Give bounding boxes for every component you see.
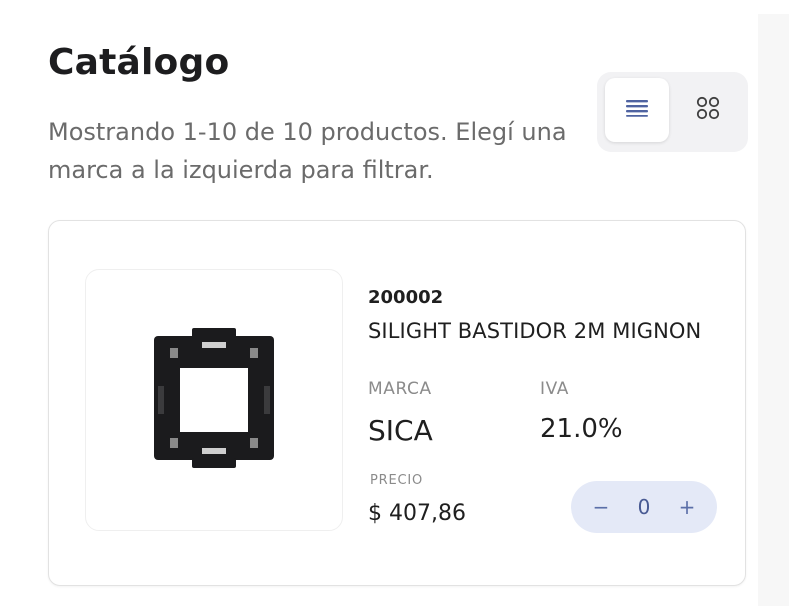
product-image <box>154 328 274 468</box>
iva-value: 21.0% <box>540 414 623 444</box>
product-name: SILIGHT BASTIDOR 2M MIGNON <box>368 319 702 343</box>
right-panel-edge <box>758 14 789 606</box>
brand-label: MARCA <box>368 379 432 399</box>
price-label: PRECIO <box>370 473 424 488</box>
product-code: 200002 <box>368 287 444 308</box>
list-view-button[interactable] <box>605 78 669 142</box>
catalog-page: Catálogo Mostrando 1-10 de 10 productos.… <box>0 0 789 606</box>
price-value: $ 407,86 <box>368 501 466 526</box>
increase-quantity-button[interactable]: + <box>675 495 699 519</box>
product-card[interactable]: 200002 SILIGHT BASTIDOR 2M MIGNON MARCA … <box>48 220 746 586</box>
brand-value: SICA <box>368 414 433 447</box>
view-toggle <box>597 72 748 152</box>
iva-label: IVA <box>540 379 569 399</box>
grid-view-icon <box>696 96 720 124</box>
decrease-quantity-button[interactable]: − <box>589 495 613 519</box>
quantity-stepper: − 0 + <box>571 481 717 533</box>
grid-view-button[interactable] <box>676 78 740 142</box>
quantity-value[interactable]: 0 <box>630 495 658 519</box>
page-title: Catálogo <box>48 42 230 83</box>
product-image-frame <box>85 269 343 531</box>
catalog-subtitle: Mostrando 1-10 de 10 productos. Elegí un… <box>48 118 567 184</box>
list-view-icon <box>626 99 648 121</box>
